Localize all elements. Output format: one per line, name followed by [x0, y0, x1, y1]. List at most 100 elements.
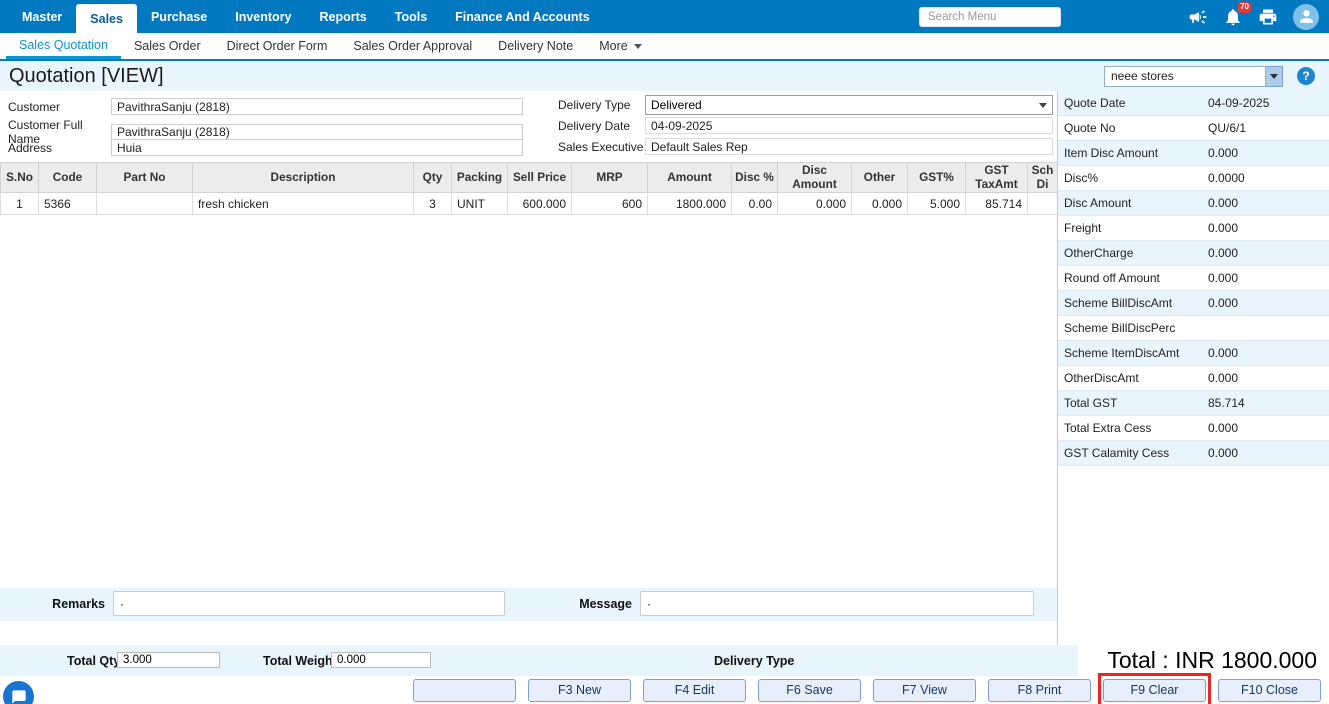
- printer-icon[interactable]: [1258, 7, 1278, 27]
- nav-finance-and-accounts[interactable]: Finance And Accounts: [441, 0, 604, 33]
- tab-sales-order[interactable]: Sales Order: [121, 33, 214, 59]
- customer-full-name-field[interactable]: [111, 124, 523, 141]
- tab-sales-order-approval[interactable]: Sales Order Approval: [340, 33, 485, 59]
- bell-icon[interactable]: 70: [1223, 7, 1243, 27]
- tab-more[interactable]: More: [586, 33, 654, 59]
- top-navigation: Master Sales Purchase Inventory Reports …: [0, 0, 1329, 33]
- customer-label: Customer: [8, 100, 111, 114]
- avatar[interactable]: [1293, 4, 1319, 30]
- cell-description: fresh chicken: [193, 193, 414, 215]
- sales-executive-label: Sales Executive: [558, 140, 645, 154]
- col-part-no: Part No: [97, 163, 193, 193]
- f6-save-button[interactable]: F6 Save: [758, 679, 861, 702]
- summary-label: Quote No: [1058, 121, 1208, 135]
- chat-widget-icon[interactable]: [3, 681, 34, 704]
- sales-submenu: Sales Quotation Sales Order Direct Order…: [0, 33, 1329, 61]
- blank-button[interactable]: [413, 679, 516, 702]
- summary-row-round-off: Round off Amount 0.000: [1058, 266, 1329, 291]
- total-weight-label: Total Weight: [263, 654, 337, 668]
- f4-edit-button[interactable]: F4 Edit: [643, 679, 746, 702]
- tab-delivery-note[interactable]: Delivery Note: [485, 33, 586, 59]
- cell-qty: 3: [414, 193, 452, 215]
- summary-row-total-gst: Total GST 85.714: [1058, 391, 1329, 416]
- summary-value: 0.000: [1208, 146, 1329, 160]
- delivery-date-label: Delivery Date: [558, 119, 645, 133]
- f3-new-button[interactable]: F3 New: [528, 679, 631, 702]
- sales-executive-field[interactable]: [645, 138, 1053, 155]
- address-field[interactable]: [111, 139, 523, 156]
- sales-executive-row: Sales Executive: [558, 138, 1053, 155]
- f7-view-button[interactable]: F7 View: [873, 679, 976, 702]
- cell-sno: 1: [1, 193, 39, 215]
- summary-label: OtherDiscAmt: [1058, 371, 1208, 385]
- summary-value: 0.000: [1208, 221, 1329, 235]
- summary-row-freight: Freight 0.000: [1058, 216, 1329, 241]
- remarks-bar: Remarks Message: [0, 588, 1057, 621]
- summary-row-scheme-itemdiscamt: Scheme ItemDiscAmt 0.000: [1058, 341, 1329, 366]
- col-packing: Packing: [452, 163, 508, 193]
- nav-inventory[interactable]: Inventory: [221, 0, 305, 33]
- summary-label: Scheme ItemDiscAmt: [1058, 346, 1208, 360]
- nav-purchase[interactable]: Purchase: [137, 0, 221, 33]
- summary-row-otherdiscamt: OtherDiscAmt 0.000: [1058, 366, 1329, 391]
- cell-amount: 1800.000: [648, 193, 732, 215]
- col-sch-di: Sch Di: [1028, 163, 1058, 193]
- col-disc-pct: Disc %: [732, 163, 778, 193]
- summary-row-othercharge: OtherCharge 0.000: [1058, 241, 1329, 266]
- delivery-type-label: Delivery Type: [558, 98, 645, 112]
- remarks-input[interactable]: [113, 591, 505, 616]
- summary-value: 85.714: [1208, 396, 1329, 410]
- nav-tools[interactable]: Tools: [381, 0, 441, 33]
- message-label: Message: [527, 597, 632, 611]
- summary-row-quote-date: Quote Date 04-09-2025: [1058, 91, 1329, 116]
- summary-row-total-extra-cess: Total Extra Cess 0.000: [1058, 416, 1329, 441]
- remarks-label: Remarks: [0, 597, 105, 611]
- customer-field[interactable]: [111, 98, 523, 115]
- address-label: Address: [8, 141, 111, 155]
- items-table-header-row: S.No Code Part No Description Qty Packin…: [1, 163, 1058, 193]
- delivery-date-row: Delivery Date: [558, 117, 1053, 134]
- nav-master[interactable]: Master: [8, 0, 76, 33]
- totals-left-section: Total Qty Total Weight Delivery Type: [0, 645, 1078, 676]
- main-menu: Master Sales Purchase Inventory Reports …: [0, 0, 604, 33]
- summary-label: Disc%: [1058, 171, 1208, 185]
- nav-reports[interactable]: Reports: [306, 0, 381, 33]
- summary-label: Round off Amount: [1058, 271, 1208, 285]
- page-title: Quotation [VIEW]: [0, 65, 164, 88]
- f9-clear-wrapper: F9 Clear: [1103, 679, 1206, 702]
- help-icon[interactable]: ?: [1297, 67, 1315, 85]
- summary-row-item-disc-amount: Item Disc Amount 0.000: [1058, 141, 1329, 166]
- col-sno: S.No: [1, 163, 39, 193]
- f10-close-button[interactable]: F10 Close: [1218, 679, 1321, 702]
- items-table: S.No Code Part No Description Qty Packin…: [0, 162, 1058, 215]
- delivery-type-row: Delivery Type Delivered: [558, 95, 1053, 115]
- total-weight-field[interactable]: [331, 652, 431, 668]
- f8-print-button[interactable]: F8 Print: [988, 679, 1091, 702]
- summary-label: Total GST: [1058, 396, 1208, 410]
- tab-direct-order-form[interactable]: Direct Order Form: [214, 33, 341, 59]
- summary-value: 0.000: [1208, 271, 1329, 285]
- message-input[interactable]: [640, 591, 1034, 616]
- store-selector[interactable]: neee stores: [1104, 66, 1283, 87]
- f9-clear-button[interactable]: F9 Clear: [1103, 679, 1206, 702]
- cell-sch-di: [1028, 193, 1058, 215]
- summary-label: Item Disc Amount: [1058, 146, 1208, 160]
- announcement-icon[interactable]: [1188, 7, 1208, 27]
- col-disc-amount: Disc Amount: [778, 163, 852, 193]
- grand-total: Total : INR 1800.000: [1107, 645, 1317, 676]
- nav-sales[interactable]: Sales: [76, 4, 137, 33]
- delivery-type-footer-label: Delivery Type: [714, 654, 794, 668]
- summary-value: 0.000: [1208, 446, 1329, 460]
- delivery-type-select[interactable]: Delivered: [645, 95, 1053, 115]
- store-selector-dropdown-button[interactable]: [1266, 66, 1283, 87]
- cell-gst-pct: 5.000: [908, 193, 966, 215]
- summary-value: QU/6/1: [1208, 121, 1329, 135]
- delivery-date-field[interactable]: [645, 117, 1053, 134]
- summary-row-gst-calamity-cess: GST Calamity Cess 0.000: [1058, 441, 1329, 466]
- summary-value: 0.000: [1208, 371, 1329, 385]
- title-bar-right: neee stores ?: [1104, 66, 1329, 87]
- total-qty-field[interactable]: [117, 652, 220, 668]
- tab-sales-quotation[interactable]: Sales Quotation: [6, 33, 121, 59]
- cell-other: 0.000: [852, 193, 908, 215]
- search-input[interactable]: [919, 7, 1061, 27]
